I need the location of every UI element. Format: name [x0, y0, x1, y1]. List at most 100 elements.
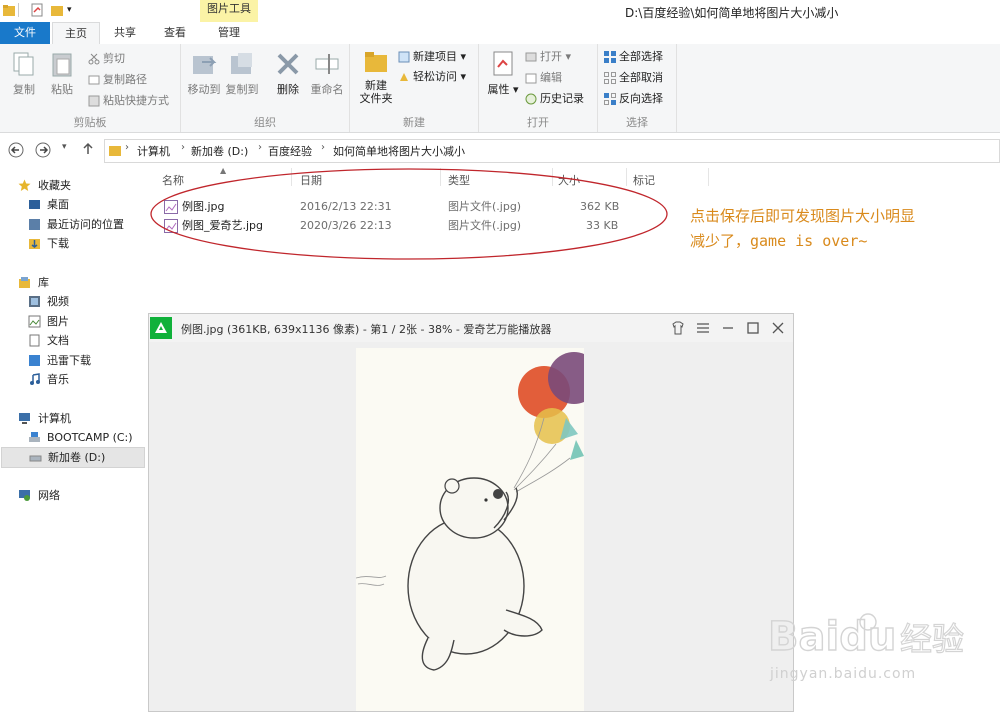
maximize-icon[interactable] [744, 319, 762, 337]
drive-icon [29, 451, 42, 464]
viewer-title-bar: 例图.jpg (361KB, 639x1136 像素) - 第1 / 2张 - … [149, 314, 793, 342]
easy-access-button[interactable]: 轻松访问 ▾ [398, 68, 466, 86]
up-arrow-icon[interactable] [81, 142, 95, 156]
organize-group: 移动到 复制到 删除 重命名 组织 [181, 44, 350, 132]
address-box[interactable]: › 计算机 › 新加卷 (D:) › 百度经验 › 如何简单地将图片大小减小 [104, 139, 1000, 163]
nav-downloads[interactable]: 下载 [0, 234, 146, 253]
nav-pictures-label: 图片 [47, 315, 69, 328]
new-folder-icon[interactable] [50, 3, 64, 17]
network-icon [18, 489, 31, 502]
watermark-suffix: 经验 [900, 620, 964, 658]
computer-icon [18, 412, 31, 425]
properties-button[interactable]: 属性 ▾ [483, 50, 523, 97]
new-item-icon [398, 51, 410, 63]
iqiyi-player-logo-icon [150, 317, 172, 339]
minimize-icon[interactable] [719, 319, 737, 337]
recent-locations-chevron-icon[interactable]: ▾ [62, 142, 67, 152]
rename-icon [313, 50, 341, 78]
new-folder-big-icon [362, 48, 390, 76]
select-none-button[interactable]: 全部取消 [604, 69, 663, 87]
move-to-button[interactable]: 移动到 [185, 50, 223, 97]
menu-icon[interactable] [694, 319, 712, 337]
tab-home[interactable]: 主页 [52, 22, 100, 45]
breadcrumb-current-folder[interactable]: 如何简单地将图片大小减小 [333, 143, 465, 159]
copy-path-button[interactable]: 复制路径 [88, 71, 147, 89]
scissors-icon [88, 53, 100, 65]
edit-icon [525, 72, 537, 84]
copy-button[interactable]: 复制 [6, 50, 42, 97]
copy-label: 复制 [13, 83, 35, 96]
documents-icon [28, 334, 41, 347]
close-icon[interactable] [769, 319, 787, 337]
image-viewer-window: 例图.jpg (361KB, 639x1136 像素) - 第1 / 2张 - … [148, 313, 794, 712]
copy-to-label: 复制到 [225, 83, 259, 96]
video-icon [28, 295, 41, 308]
nav-documents[interactable]: 文档 [0, 331, 146, 350]
invert-selection-button[interactable]: 反向选择 [604, 90, 663, 108]
nav-drive-d[interactable]: 新加卷 (D:) [1, 447, 145, 468]
nav-music[interactable]: 音乐 [0, 370, 146, 389]
history-label: 历史记录 [540, 92, 584, 105]
folder-icon [108, 143, 122, 157]
skin-shirt-icon[interactable] [669, 319, 687, 337]
history-button[interactable]: 历史记录 [525, 90, 584, 108]
separator [18, 3, 19, 17]
paste-shortcut-icon [88, 95, 100, 107]
nav-favorites[interactable]: 收藏夹 [0, 176, 146, 195]
nav-libraries[interactable]: 库 [0, 273, 146, 292]
clipboard-group-label: 剪贴板 [73, 116, 107, 129]
bear-with-balloons-picture [356, 348, 584, 711]
tab-share[interactable]: 共享 [100, 22, 150, 44]
folder-icon[interactable] [2, 3, 16, 17]
back-icon[interactable] [8, 142, 24, 158]
breadcrumb-separator: › [125, 142, 129, 153]
select-all-button[interactable]: 全部选择 [604, 48, 663, 66]
invert-selection-icon [604, 93, 616, 105]
nav-network[interactable]: 网络 [0, 486, 146, 505]
paste-button[interactable]: 粘贴 [44, 50, 80, 97]
select-none-icon [604, 72, 616, 84]
open-button[interactable]: 打开 ▾ [525, 48, 571, 66]
edit-button[interactable]: 编辑 [525, 69, 562, 87]
rename-label: 重命名 [310, 83, 344, 96]
new-item-button[interactable]: 新建项目 ▾ [398, 48, 466, 66]
breadcrumb-baidu-jingyan[interactable]: 百度经验 [268, 143, 312, 159]
nav-videos[interactable]: 视频 [0, 292, 146, 311]
nav-bootcamp[interactable]: BOOTCAMP (C:) [0, 428, 146, 447]
copy-to-icon [228, 50, 256, 78]
nav-computer[interactable]: 计算机 [0, 409, 146, 428]
edit-label: 编辑 [540, 71, 562, 84]
annotation-line-2: 减少了，game is over~ [690, 232, 868, 250]
forward-icon[interactable] [35, 142, 51, 158]
nav-thunder-downloads[interactable]: 迅雷下载 [0, 351, 146, 370]
nav-recent[interactable]: 最近访问的位置 [0, 215, 146, 234]
tab-view[interactable]: 查看 [150, 22, 200, 44]
rename-button[interactable]: 重命名 [307, 50, 347, 97]
paste-icon [48, 50, 76, 78]
nav-thunder-label: 迅雷下载 [47, 354, 91, 367]
tab-manage[interactable]: 管理 [200, 22, 258, 44]
breadcrumb-computer[interactable]: 计算机 [137, 143, 170, 159]
breadcrumb-drive-d[interactable]: 新加卷 (D:) [191, 143, 248, 159]
customize-quick-access-icon[interactable]: ▾ [67, 3, 81, 17]
cut-button[interactable]: 剪切 [88, 50, 125, 68]
tab-file[interactable]: 文件 [0, 22, 50, 44]
viewer-canvas[interactable] [149, 342, 793, 711]
delete-button[interactable]: 删除 [269, 50, 307, 97]
open-group-label: 打开 [527, 116, 549, 129]
nav-favorites-label: 收藏夹 [38, 179, 71, 192]
paste-label: 粘贴 [51, 83, 73, 96]
star-icon [18, 179, 31, 192]
properties-icon[interactable] [30, 3, 44, 17]
delete-icon [274, 50, 302, 78]
nav-pictures[interactable]: 图片 [0, 312, 146, 331]
nav-videos-label: 视频 [47, 295, 69, 308]
new-folder-button[interactable]: 新建 文件夹 [354, 48, 398, 105]
easy-access-icon [398, 71, 410, 83]
new-folder-label-2: 文件夹 [359, 92, 393, 105]
copy-to-button[interactable]: 复制到 [223, 50, 261, 97]
nav-desktop[interactable]: 桌面 [0, 195, 146, 214]
properties-label: 属性 [487, 83, 510, 96]
paste-shortcut-button[interactable]: 粘贴快捷方式 [88, 92, 169, 110]
ribbon: 复制 粘贴 剪切 复制路径 粘贴快捷方式 剪贴板 移动到 复制到 删除 重命名 … [0, 44, 1000, 133]
